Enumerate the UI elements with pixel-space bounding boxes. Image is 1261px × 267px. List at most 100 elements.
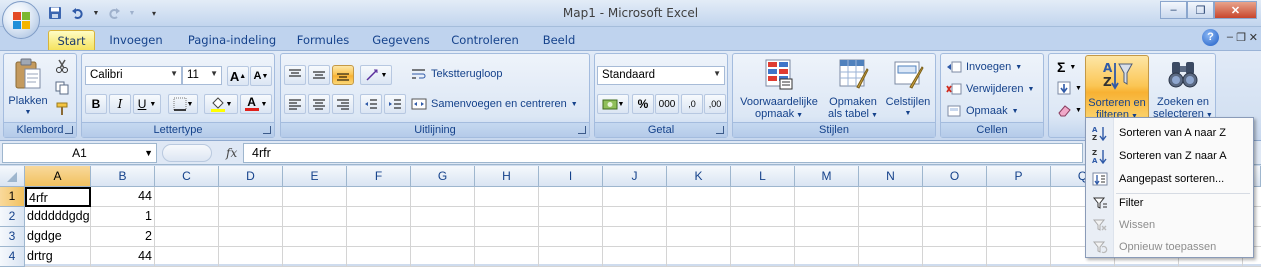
column-header[interactable]: D bbox=[219, 166, 283, 187]
increase-decimal-button[interactable]: ,0 bbox=[681, 94, 703, 114]
clipboard-launcher-icon[interactable] bbox=[65, 126, 73, 134]
number-format-select[interactable]: Standaard ▼ bbox=[597, 66, 725, 85]
tab-formules[interactable]: Formules bbox=[292, 30, 354, 50]
cell-a2[interactable]: ddddddgdg bbox=[25, 207, 91, 227]
font-name-select[interactable]: Calibri ▼ bbox=[85, 66, 182, 85]
alignment-launcher-icon[interactable] bbox=[578, 126, 586, 134]
sort-filter-button[interactable]: A Z Sorteren en filteren▼ bbox=[1085, 55, 1149, 123]
ribbon-minimize-button[interactable]: – bbox=[1227, 31, 1233, 43]
italic-button[interactable]: I bbox=[109, 94, 131, 114]
decrease-indent-button[interactable] bbox=[360, 94, 382, 114]
paste-button[interactable]: Plakken ▼ bbox=[7, 57, 49, 119]
align-left-button[interactable] bbox=[284, 94, 306, 114]
thousands-separator-button[interactable]: 000 bbox=[655, 94, 679, 114]
insert-function-icon[interactable]: fx bbox=[226, 146, 237, 160]
paste-dropdown-icon[interactable]: ▼ bbox=[7, 107, 49, 119]
underline-button[interactable]: U ▼ bbox=[133, 94, 161, 114]
cell-a4[interactable]: drtrg bbox=[25, 247, 91, 267]
office-button[interactable] bbox=[2, 1, 40, 39]
ribbon-restore-button[interactable]: ❐ bbox=[1236, 31, 1246, 44]
formula-bar-handle[interactable] bbox=[162, 144, 212, 162]
minimize-button[interactable]: – bbox=[1160, 1, 1187, 19]
tab-gegevens[interactable]: Gegevens bbox=[369, 30, 433, 50]
format-as-table-button[interactable]: Opmaken als tabel ▼ bbox=[825, 57, 881, 122]
row-header[interactable]: 4 bbox=[0, 247, 25, 267]
cut-icon[interactable] bbox=[55, 59, 69, 73]
font-launcher-icon[interactable] bbox=[263, 126, 271, 134]
fill-color-button[interactable]: ▼ bbox=[204, 94, 238, 114]
name-box[interactable]: A1 ▼ bbox=[2, 143, 157, 163]
cell-b2[interactable]: 1 bbox=[91, 207, 155, 227]
conditional-formatting-button[interactable]: Voorwaardelijke opmaak ▼ bbox=[736, 57, 822, 122]
align-bottom-button[interactable] bbox=[332, 65, 354, 85]
column-header[interactable]: J bbox=[603, 166, 667, 187]
column-header[interactable]: P bbox=[987, 166, 1051, 187]
fill-button[interactable]: ▼ bbox=[1057, 81, 1082, 95]
shrink-font-button[interactable]: A ▼ bbox=[250, 66, 272, 86]
tab-start[interactable]: Start bbox=[48, 30, 95, 50]
close-button[interactable]: ✕ bbox=[1214, 1, 1257, 19]
column-header[interactable]: H bbox=[475, 166, 539, 187]
wrap-text-button[interactable]: Tekstterugloop bbox=[411, 67, 503, 81]
cell-b3[interactable]: 2 bbox=[91, 227, 155, 247]
clear-button[interactable]: ▼ bbox=[1057, 103, 1082, 117]
font-color-button[interactable]: A ▼ bbox=[240, 94, 272, 114]
menu-item-custom-sort[interactable]: Aangepast sorteren... bbox=[1086, 168, 1253, 190]
column-header[interactable]: F bbox=[347, 166, 411, 187]
column-header[interactable]: G bbox=[411, 166, 475, 187]
restore-button[interactable]: ❐ bbox=[1187, 1, 1214, 19]
cell-b1[interactable]: 44 bbox=[91, 187, 155, 207]
align-right-button[interactable] bbox=[332, 94, 354, 114]
insert-cells-button[interactable]: Invoegen ▼ bbox=[946, 60, 1022, 74]
menu-item-sort-z-a[interactable]: ZA Sorteren van Z naar A bbox=[1086, 145, 1253, 167]
decrease-decimal-button[interactable]: ,00 bbox=[704, 94, 726, 114]
align-top-button[interactable] bbox=[284, 65, 306, 85]
row-header[interactable]: 3 bbox=[0, 227, 25, 247]
column-header[interactable]: M bbox=[795, 166, 859, 187]
cell-a3[interactable]: dgdge bbox=[25, 227, 91, 247]
borders-button[interactable]: ▼ bbox=[168, 94, 198, 114]
cell-a1[interactable]: 4rfr bbox=[25, 187, 91, 207]
tab-beeld[interactable]: Beeld bbox=[535, 30, 583, 50]
row-header[interactable]: 1 bbox=[0, 187, 25, 207]
bold-button[interactable]: B bbox=[85, 94, 107, 114]
percent-button[interactable]: % bbox=[632, 94, 654, 114]
cell-styles-button[interactable]: Celstijlen ▼ bbox=[882, 57, 934, 120]
format-painter-icon[interactable] bbox=[55, 102, 69, 116]
align-middle-button[interactable] bbox=[308, 65, 330, 85]
column-header[interactable]: N bbox=[859, 166, 923, 187]
worksheet-grid[interactable]: A B C D E F G H I J K L M N O P Q 1 2 3 … bbox=[0, 166, 1261, 267]
column-header[interactable]: C bbox=[155, 166, 219, 187]
row-header[interactable]: 2 bbox=[0, 207, 25, 227]
cell-b4[interactable]: 44 bbox=[91, 247, 155, 267]
column-header[interactable]: K bbox=[667, 166, 731, 187]
tab-controleren[interactable]: Controleren bbox=[447, 30, 523, 50]
number-launcher-icon[interactable] bbox=[716, 126, 724, 134]
copy-icon[interactable] bbox=[55, 81, 69, 95]
tab-pagina-indeling[interactable]: Pagina-indeling bbox=[180, 30, 284, 50]
formula-input[interactable]: 4rfr bbox=[243, 143, 1083, 163]
align-center-button[interactable] bbox=[308, 94, 330, 114]
find-select-button[interactable]: Zoeken en selecteren ▼ bbox=[1152, 55, 1214, 122]
format-cells-button[interactable]: Opmaak ▼ bbox=[946, 104, 1019, 118]
merge-center-button[interactable]: Samenvoegen en centreren ▼ bbox=[411, 97, 578, 111]
delete-cells-button[interactable]: Verwijderen ▼ bbox=[946, 82, 1034, 96]
grow-font-button[interactable]: A ▲ bbox=[227, 66, 249, 86]
column-header[interactable]: B bbox=[91, 166, 155, 187]
currency-format-button[interactable]: ▼ bbox=[597, 94, 629, 114]
help-icon[interactable]: ? bbox=[1202, 29, 1219, 46]
column-header[interactable]: L bbox=[731, 166, 795, 187]
autosum-button[interactable]: Σ ▼ bbox=[1057, 59, 1076, 75]
orientation-button[interactable]: ▼ bbox=[360, 65, 392, 85]
menu-item-sort-a-z[interactable]: AZ Sorteren van A naar Z bbox=[1086, 122, 1253, 144]
menu-item-filter[interactable]: Filter bbox=[1086, 192, 1253, 214]
select-all-corner[interactable] bbox=[0, 166, 25, 187]
column-header[interactable]: E bbox=[283, 166, 347, 187]
column-header[interactable]: O bbox=[923, 166, 987, 187]
tab-invoegen[interactable]: Invoegen bbox=[104, 30, 168, 50]
font-size-select[interactable]: 11 ▼ bbox=[182, 66, 222, 85]
column-header[interactable]: A bbox=[25, 166, 91, 187]
ribbon-close-button[interactable]: ✕ bbox=[1249, 31, 1258, 44]
increase-indent-button[interactable] bbox=[384, 94, 406, 114]
column-header[interactable]: I bbox=[539, 166, 603, 187]
